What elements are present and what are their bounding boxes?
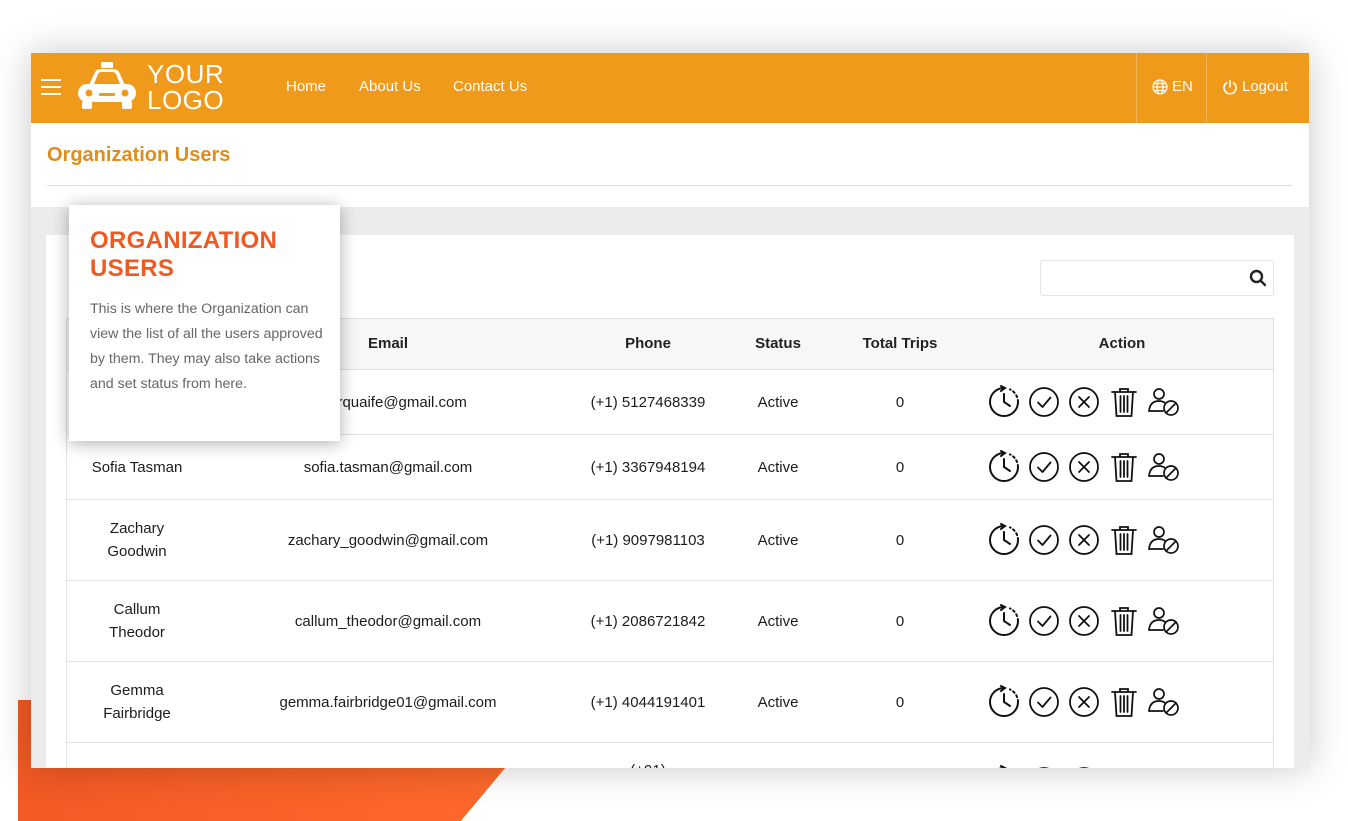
history-icon[interactable]	[987, 685, 1021, 719]
row-actions	[987, 500, 1181, 580]
logo-text: YOUR LOGO	[147, 61, 224, 113]
cell-name: Callum Theodor	[109, 601, 165, 641]
row-actions	[987, 435, 1181, 499]
cell-status: Active	[757, 693, 799, 711]
cell-name: Zachary Goodwin	[107, 520, 167, 560]
header-email: Email	[367, 335, 409, 352]
cell-name: Sofia Tasman	[91, 458, 183, 476]
approve-icon[interactable]	[1027, 385, 1061, 419]
block-user-icon[interactable]	[1147, 765, 1181, 768]
history-icon[interactable]	[987, 604, 1021, 638]
approve-icon[interactable]	[1027, 685, 1061, 719]
delete-icon[interactable]	[1107, 523, 1141, 557]
delete-icon[interactable]	[1107, 450, 1141, 484]
header-divider	[47, 185, 1293, 186]
cell-phone: (+1) 4044191401	[590, 693, 706, 711]
logo-line-1: YOUR	[147, 59, 225, 89]
cell-name	[67, 743, 207, 768]
cell-email: sofia.tasman@gmail.com	[303, 458, 473, 476]
page-header: Organization Users	[31, 123, 1309, 207]
cell-status	[728, 743, 828, 768]
history-icon[interactable]	[987, 450, 1021, 484]
taxi-car-icon	[78, 62, 136, 109]
search-box	[1040, 260, 1274, 296]
nav-contact-link[interactable]: Contact Us	[453, 78, 527, 95]
cell-phone: (+1) 5127468339	[590, 393, 706, 411]
nav-home-link[interactable]: Home	[286, 78, 326, 95]
approve-icon[interactable]	[1027, 604, 1061, 638]
delete-icon[interactable]	[1107, 385, 1141, 419]
cell-name: Gemma Fairbridge	[103, 682, 171, 722]
cell-email: gemma.fairbridge01@gmail.com	[279, 693, 497, 711]
reject-icon[interactable]	[1067, 385, 1101, 419]
search-input[interactable]	[1049, 263, 1243, 295]
cell-total-trips: 0	[895, 693, 905, 711]
logo-line-2: LOGO	[147, 85, 225, 115]
hamburger-icon[interactable]	[41, 79, 61, 97]
navbar: YOUR LOGO Home About Us Contact Us EN Lo…	[31, 53, 1309, 123]
block-user-icon[interactable]	[1147, 604, 1181, 638]
table-row: (+91)	[66, 743, 1274, 768]
logout-button[interactable]: Logout	[1206, 53, 1309, 123]
cell-phone: (+1) 9097981103	[591, 531, 705, 549]
cell-total-trips: 0	[895, 458, 905, 476]
tooltip-title: ORGANIZATION USERS	[90, 227, 278, 282]
header-total-trips: Total Trips	[862, 335, 938, 352]
table-row: Zachary Goodwin zachary_goodwin@gmail.com…	[66, 500, 1274, 581]
approve-icon[interactable]	[1027, 450, 1061, 484]
row-actions	[987, 743, 1181, 768]
nav-about-link[interactable]: About Us	[359, 78, 421, 95]
app-window: YOUR LOGO Home About Us Contact Us EN Lo…	[31, 53, 1309, 768]
cell-phone: (+1) 3367948194	[590, 458, 706, 476]
approve-icon[interactable]	[1027, 523, 1061, 557]
cell-phone: (+1) 2086721842	[590, 612, 706, 630]
cell-total-trips: 0	[895, 531, 905, 549]
history-icon[interactable]	[987, 523, 1021, 557]
reject-icon[interactable]	[1067, 523, 1101, 557]
delete-icon[interactable]	[1107, 765, 1141, 768]
cell-status: Active	[757, 458, 799, 476]
row-actions	[987, 581, 1181, 661]
tooltip-body: This is where the Organization can view …	[90, 301, 323, 392]
help-tooltip: ORGANIZATION USERS This is where the Org…	[69, 205, 340, 441]
power-icon	[1223, 79, 1237, 94]
header-action: Action	[1098, 335, 1146, 352]
block-user-icon[interactable]	[1147, 523, 1181, 557]
reject-icon[interactable]	[1067, 765, 1101, 768]
row-actions	[987, 662, 1181, 742]
cell-email: zachary_goodwin@gmail.com	[287, 531, 489, 549]
language-selector[interactable]: EN	[1136, 53, 1207, 123]
cell-status: Active	[757, 612, 799, 630]
cell-email	[207, 743, 569, 768]
cell-total-trips	[850, 743, 950, 768]
globe-icon	[1152, 78, 1168, 95]
reject-icon[interactable]	[1067, 685, 1101, 719]
cell-total-trips: 0	[895, 612, 905, 630]
cell-status: Active	[757, 531, 799, 549]
cell-status: Active	[757, 393, 799, 411]
table-row: Callum Theodor callum_theodor@gmail.com (+…	[66, 581, 1274, 662]
reject-icon[interactable]	[1067, 450, 1101, 484]
header-status: Status	[755, 335, 801, 352]
cell-phone: (+91)	[578, 743, 718, 768]
page-title: Organization Users	[47, 144, 231, 166]
row-actions	[987, 370, 1181, 434]
table-row: Sofia Tasman sofia.tasman@gmail.com (+1) 3…	[66, 435, 1274, 500]
block-user-icon[interactable]	[1147, 450, 1181, 484]
search-icon[interactable]	[1249, 269, 1267, 287]
cell-total-trips: 0	[895, 393, 905, 411]
header-phone: Phone	[625, 335, 671, 352]
cell-email: callum_theodor@gmail.com	[294, 612, 482, 630]
reject-icon[interactable]	[1067, 604, 1101, 638]
history-icon[interactable]	[987, 385, 1021, 419]
table-row: Gemma Fairbridge gemma.fairbridge01@gmail…	[66, 662, 1274, 743]
delete-icon[interactable]	[1107, 685, 1141, 719]
block-user-icon[interactable]	[1147, 685, 1181, 719]
block-user-icon[interactable]	[1147, 385, 1181, 419]
delete-icon[interactable]	[1107, 604, 1141, 638]
history-icon[interactable]	[987, 765, 1021, 768]
approve-icon[interactable]	[1027, 765, 1061, 768]
language-label: EN	[1172, 78, 1193, 95]
logout-label: Logout	[1242, 78, 1288, 95]
